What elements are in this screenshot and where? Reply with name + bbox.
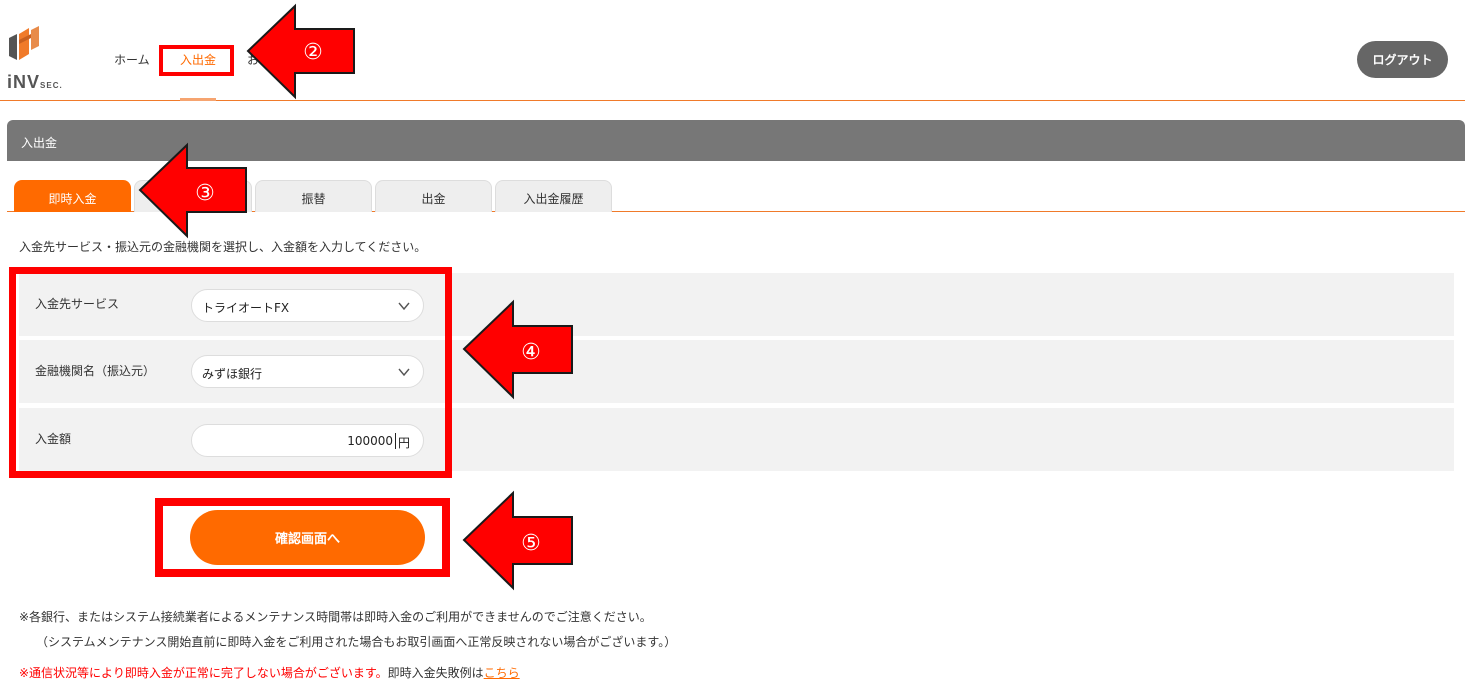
inv-logo[interactable]: iNVSEC. — [7, 24, 79, 94]
tab-history[interactable]: 入出金履歴 — [495, 180, 612, 212]
nav-active-underline — [180, 98, 216, 101]
logout-button[interactable]: ログアウト — [1357, 41, 1448, 78]
step3-arrow-icon: ③ — [138, 142, 247, 239]
step2-arrow-icon: ② — [246, 3, 355, 100]
failure-examples-link[interactable]: こちら — [484, 666, 520, 680]
step4-arrow-icon: ④ — [462, 299, 573, 400]
step5-arrow-icon: ⑤ — [462, 490, 573, 591]
failure-note: ※通信状況等により即時入金が正常に完了しない場合がございます。即時入金失敗例はこ… — [19, 664, 520, 681]
tab-withdraw[interactable]: 出金 — [375, 180, 492, 212]
step4-highlight-box — [9, 267, 452, 478]
form-instruction: 入金先サービス・振込元の金融機関を選択し、入金額を入力してください。 — [19, 240, 427, 254]
step5-label: ⑤ — [521, 531, 541, 556]
tab-transfer[interactable]: 振替 — [255, 180, 372, 212]
step3-label: ③ — [195, 181, 215, 206]
nav-deposit[interactable]: 入出金 — [180, 51, 216, 68]
step2-label: ② — [303, 40, 323, 65]
maintenance-note-detail: （システムメンテナンス開始直前に即時入金をご利用された場合もお取引画面へ正常反映… — [36, 635, 677, 649]
header: iNVSEC. ホーム 入出金 お ログアウト — [0, 0, 1465, 101]
logo-sub-text: SEC. — [40, 81, 63, 90]
tab-instant-deposit[interactable]: 即時入金 — [14, 180, 131, 212]
failure-note-warning: ※通信状況等により即時入金が正常に完了しない場合がございます。 — [19, 666, 388, 680]
step4-label: ④ — [521, 340, 541, 365]
logo-text: iNVSEC. — [7, 72, 63, 92]
logo-mark-icon — [9, 26, 39, 60]
confirm-button[interactable]: 確認画面へ — [190, 510, 425, 565]
failure-note-text: 即時入金失敗例は — [387, 666, 484, 680]
nav-home[interactable]: ホーム — [114, 51, 150, 68]
maintenance-note: ※各銀行、またはシステム接続業者によるメンテナンス時間帯は即時入金のご利用ができ… — [19, 610, 652, 624]
